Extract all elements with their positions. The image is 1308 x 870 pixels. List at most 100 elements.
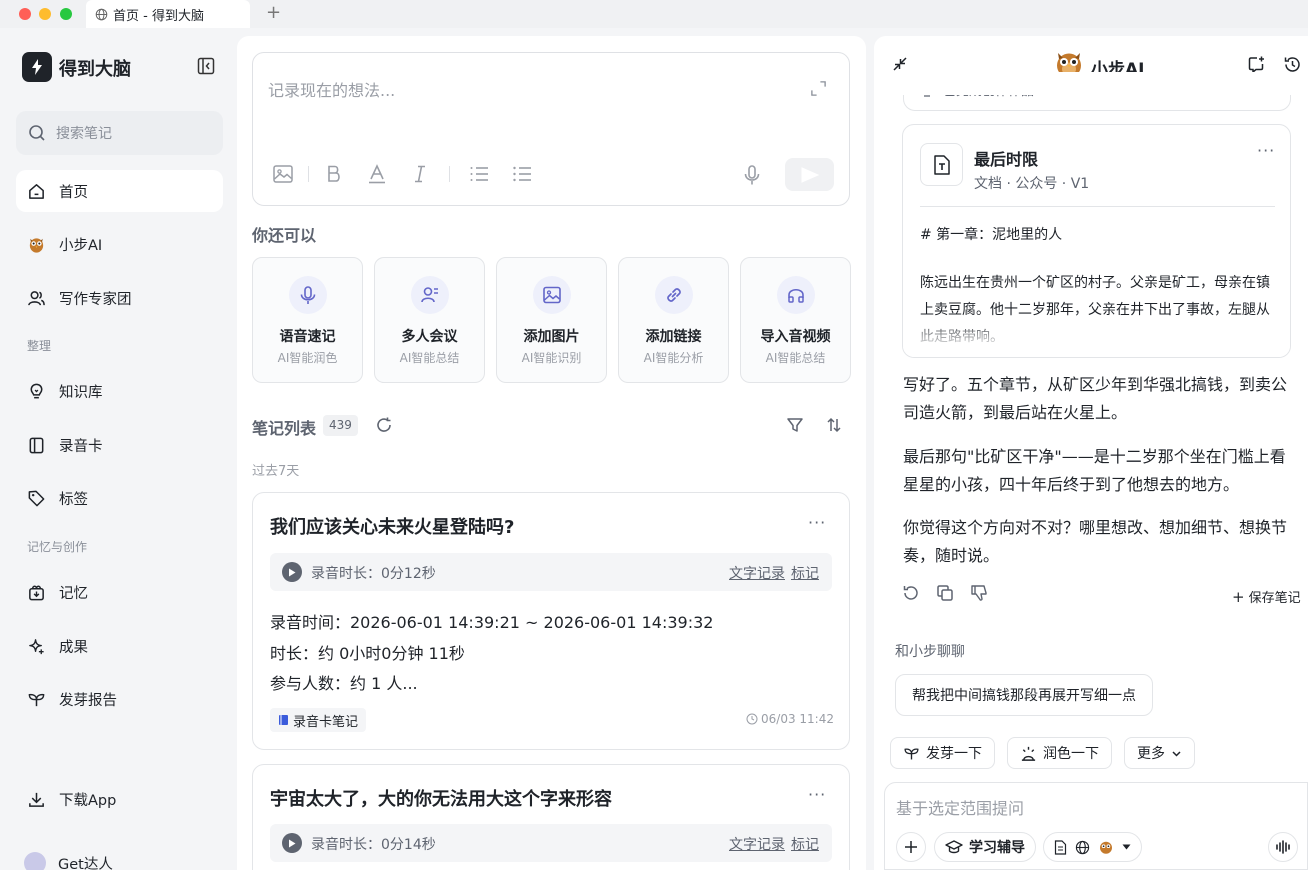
note-date: 06/03 11:42 bbox=[746, 712, 834, 726]
scroll-mask bbox=[875, 72, 1307, 95]
note-tag[interactable]: 录音卡笔记 bbox=[270, 708, 367, 732]
download-label: 下载App bbox=[59, 792, 117, 809]
send-button[interactable] bbox=[785, 158, 834, 191]
ai-message: 最后那句"比矿区干净"——是十二岁那个坐在门槛上看星星的小孩，四十年后终于到了他… bbox=[903, 447, 1286, 494]
browser-tab[interactable]: 首页 - 得到大脑 bbox=[86, 0, 250, 28]
study-mode-button[interactable]: 学习辅导 bbox=[934, 832, 1036, 862]
note-title: 我们应该关心未来火星登陆吗? bbox=[270, 517, 515, 538]
mark-link[interactable]: 标记 bbox=[791, 834, 819, 854]
sidebar-item-memory[interactable]: 记忆 bbox=[16, 571, 223, 613]
action-title: 多人会议 bbox=[401, 329, 458, 345]
action-subtitle: AI智能总结 bbox=[399, 351, 460, 365]
bullet-list-icon[interactable] bbox=[511, 163, 533, 185]
sidebar-item-label: 记忆 bbox=[59, 585, 88, 602]
user-name: Get达人 bbox=[58, 856, 113, 870]
sidebar-item-xiaobu-ai[interactable]: 小步AI bbox=[16, 223, 223, 265]
document-card[interactable]: 最后时限 文档 · 公众号 · V1 ··· # 第一章：泥地里的人 陈远出生在… bbox=[902, 124, 1291, 358]
chip-label: 更多 bbox=[1137, 746, 1165, 762]
sidebar-collapse-button[interactable] bbox=[197, 57, 215, 75]
bold-icon[interactable] bbox=[323, 163, 345, 185]
search-input[interactable]: 搜索笔记 bbox=[16, 111, 223, 155]
play-icon bbox=[289, 568, 296, 576]
app-logo bbox=[22, 52, 52, 82]
action-card-image[interactable]: 添加图片 AI智能识别 bbox=[496, 257, 607, 383]
send-icon bbox=[801, 166, 819, 183]
new-tab-button[interactable]: + bbox=[266, 2, 281, 23]
date-text: 06/03 11:42 bbox=[761, 712, 834, 726]
chat-section-title: 和小步聊聊 bbox=[895, 644, 965, 660]
microphone-icon bbox=[289, 276, 327, 314]
sidebar-item-home[interactable]: 首页 bbox=[16, 170, 223, 212]
regenerate-icon[interactable] bbox=[902, 584, 920, 602]
sprout-button[interactable]: 发芽一下 bbox=[890, 737, 995, 769]
minimize-panel-button[interactable] bbox=[891, 55, 909, 73]
sidebar-item-tags[interactable]: 标签 bbox=[16, 477, 223, 519]
more-button[interactable]: 更多 bbox=[1124, 737, 1195, 769]
sidebar-item-writing-team[interactable]: 写作专家团 bbox=[16, 277, 223, 319]
sidebar-item-knowledge-base[interactable]: 知识库 bbox=[16, 370, 223, 412]
sidebar-item-recording-card[interactable]: 录音卡 bbox=[16, 424, 223, 466]
sidebar-item-sprout-report[interactable]: 发芽报告 bbox=[16, 678, 223, 720]
action-title: 导入音视频 bbox=[760, 329, 831, 345]
suggestion-chip[interactable]: 帮我把中间搞钱那段再展开写细一点 bbox=[895, 674, 1153, 716]
more-options-icon[interactable]: ··· bbox=[1257, 141, 1275, 160]
transcript-link[interactable]: 文字记录 bbox=[729, 563, 785, 583]
sidebar-item-label: 知识库 bbox=[59, 384, 103, 401]
action-card-link[interactable]: 添加链接 AI智能分析 bbox=[618, 257, 729, 383]
attach-button[interactable] bbox=[896, 832, 926, 862]
thumbs-down-icon[interactable] bbox=[970, 584, 988, 602]
download-app-button[interactable]: 下载App bbox=[16, 778, 223, 820]
plus-icon bbox=[905, 841, 917, 853]
context-selector[interactable] bbox=[1043, 832, 1142, 862]
clock-icon bbox=[746, 713, 758, 725]
transcript-link[interactable]: 文字记录 bbox=[729, 834, 785, 854]
refresh-icon bbox=[377, 417, 391, 432]
voice-input-button[interactable] bbox=[742, 164, 762, 186]
section-label-memory: 记忆与创作 bbox=[27, 540, 88, 554]
link-icon bbox=[655, 276, 693, 314]
fade-overlay bbox=[903, 317, 1290, 357]
minimize-window-button[interactable] bbox=[39, 8, 51, 20]
graduation-cap-icon bbox=[945, 840, 963, 854]
chat-input-placeholder: 基于选定范围提问 bbox=[896, 799, 1025, 818]
sidebar-item-label: 标签 bbox=[59, 491, 88, 508]
mark-link[interactable]: 标记 bbox=[791, 563, 819, 583]
refresh-button[interactable] bbox=[375, 416, 393, 434]
sort-button[interactable] bbox=[825, 416, 843, 434]
maximize-window-button[interactable] bbox=[60, 8, 72, 20]
owl-icon bbox=[1100, 841, 1112, 854]
action-card-import-media[interactable]: 导入音视频 AI智能总结 bbox=[740, 257, 851, 383]
text-color-icon[interactable] bbox=[366, 163, 388, 185]
avatar bbox=[24, 852, 46, 870]
play-button[interactable] bbox=[282, 833, 302, 853]
action-card-voice-memo[interactable]: 语音速记 AI智能润色 bbox=[252, 257, 363, 383]
close-window-button[interactable] bbox=[19, 8, 31, 20]
action-title: 添加链接 bbox=[645, 329, 702, 345]
sidebar-item-label: 首页 bbox=[59, 184, 88, 201]
italic-icon[interactable] bbox=[409, 163, 431, 185]
more-options-icon[interactable]: ··· bbox=[808, 785, 826, 804]
polish-button[interactable]: 润色一下 bbox=[1007, 737, 1112, 769]
copy-icon[interactable] bbox=[936, 584, 954, 602]
caret-down-icon bbox=[1122, 844, 1131, 850]
ordered-list-icon[interactable] bbox=[468, 163, 490, 185]
expand-editor-button[interactable] bbox=[810, 80, 827, 97]
note-title: 宇宙太大了，大的你无法用大这个字来形容 bbox=[270, 789, 612, 810]
chip-label: 发芽一下 bbox=[926, 746, 982, 762]
image-icon bbox=[533, 276, 571, 314]
more-options-icon[interactable]: ··· bbox=[808, 513, 826, 532]
memory-icon bbox=[29, 584, 44, 600]
globe-icon bbox=[95, 8, 108, 20]
action-card-meeting[interactable]: 多人会议 AI智能总结 bbox=[374, 257, 485, 383]
save-note-button[interactable]: + 保存笔记 bbox=[1232, 587, 1301, 607]
note-body-line: 录音时间：2026-06-01 14:39:21 ~ 2026-06-01 14… bbox=[270, 613, 714, 632]
user-profile[interactable]: Get达人 bbox=[24, 852, 113, 870]
polish-icon bbox=[1021, 746, 1036, 761]
image-icon[interactable] bbox=[272, 163, 294, 185]
filter-button[interactable] bbox=[786, 416, 804, 434]
play-button[interactable] bbox=[282, 562, 302, 582]
sidebar-item-achievements[interactable]: 成果 bbox=[16, 625, 223, 667]
home-icon bbox=[29, 183, 44, 199]
note-list-title: 笔记列表 bbox=[252, 419, 317, 438]
voice-mode-button[interactable] bbox=[1268, 832, 1298, 862]
